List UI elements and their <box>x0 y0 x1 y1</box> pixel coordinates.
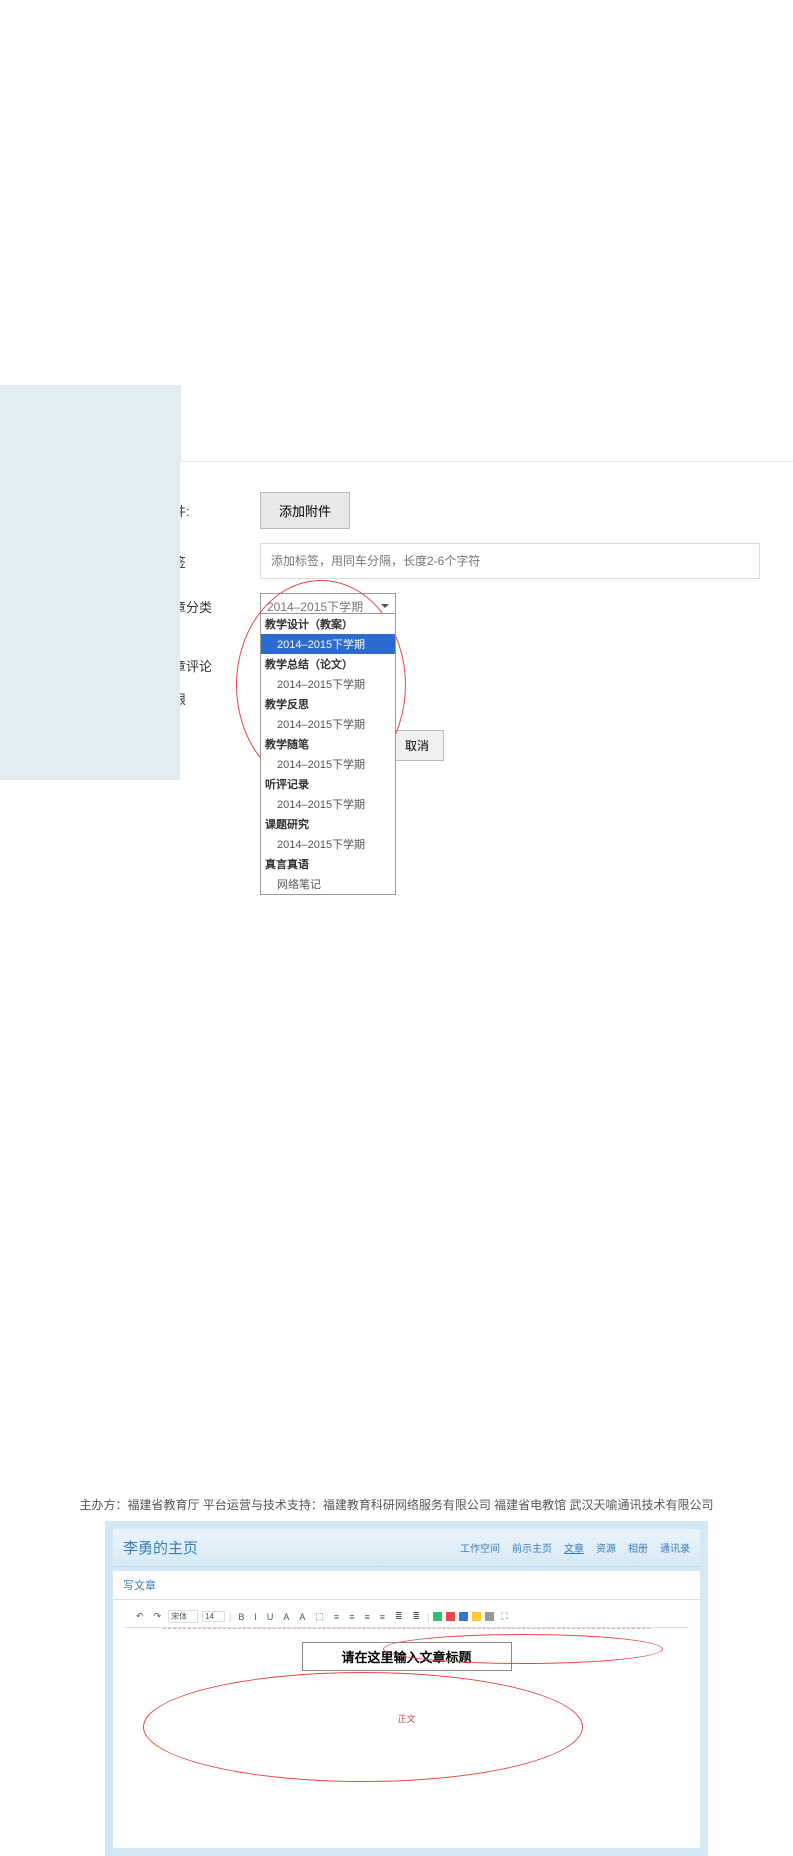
blue-sidebar <box>0 385 180 780</box>
header-bar: 李勇的主页 工作空间前示主页文章资源相册通讯录 <box>113 1529 700 1567</box>
dropdown-category: 教学反思 <box>261 694 395 714</box>
redo-icon[interactable]: ↷ <box>151 1610 165 1623</box>
eraser-icon[interactable]: ⬚ <box>312 1610 327 1623</box>
nav-link[interactable]: 前示主页 <box>512 1540 552 1555</box>
nav-link[interactable]: 相册 <box>628 1540 648 1555</box>
nav-links: 工作空间前示主页文章资源相册通讯录 <box>460 1540 690 1555</box>
dropdown-category: 课题研究 <box>261 814 395 834</box>
dropdown-item[interactable]: 2014–2015下学期 <box>261 794 395 814</box>
body-label: 正文 <box>397 1712 415 1725</box>
font-size-select[interactable]: 14 <box>202 1611 225 1622</box>
font-family-select[interactable]: 宋体 <box>168 1610 198 1623</box>
permission-row: 权限 <box>160 689 793 708</box>
dropdown-category: 听评记录 <box>261 774 395 794</box>
dropdown-category: 教学设计（教案） <box>261 614 395 634</box>
content-box-bg <box>180 385 793 462</box>
align-right-icon[interactable]: ≡ <box>361 1611 372 1623</box>
tags-input[interactable] <box>260 543 760 579</box>
tags-row: 标签 <box>160 543 793 579</box>
form-section: 附件: 添加附件 标签 文章分类 2014–2015下学期 文章评论 权限 教学… <box>0 0 793 708</box>
dropdown-item[interactable]: 2014–2015下学期 <box>261 674 395 694</box>
attachment-row: 附件: 添加附件 <box>160 492 793 529</box>
toolbar-separator: | <box>229 1612 231 1622</box>
dropdown-category: 教学总结（论文） <box>261 654 395 674</box>
dashed-region <box>163 1628 650 1718</box>
cancel-button[interactable]: 取消 <box>390 730 444 761</box>
color-swatch[interactable] <box>472 1612 481 1621</box>
undo-icon[interactable]: ↶ <box>133 1610 147 1623</box>
dropdown-item[interactable]: 2014–2015下学期 <box>261 834 395 854</box>
editor-container: 写文章 ↶↷宋体14|BIUAA⬚≡≡≡≡≣≣|⛶ 请在这里输入文章标题 正文 <box>113 1571 700 1848</box>
editor-area: 请在这里输入文章标题 正文 <box>113 1628 700 1818</box>
font-color-icon[interactable]: A <box>280 1611 292 1623</box>
editor-toolbar: ↶↷宋体14|BIUAA⬚≡≡≡≡≣≣|⛶ <box>125 1606 688 1628</box>
write-article-tab[interactable]: 写文章 <box>113 1571 700 1600</box>
align-justify-icon[interactable]: ≡ <box>377 1611 388 1623</box>
add-attachment-button[interactable]: 添加附件 <box>260 492 350 529</box>
italic-icon[interactable]: I <box>251 1611 260 1623</box>
align-left-icon[interactable]: ≡ <box>331 1611 342 1623</box>
category-dropdown[interactable]: 教学设计（教案）2014–2015下学期教学总结（论文）2014–2015下学期… <box>260 613 396 895</box>
page-title: 李勇的主页 <box>123 1537 198 1558</box>
bold-icon[interactable]: B <box>235 1611 247 1623</box>
color-swatch[interactable] <box>459 1612 468 1621</box>
ordered-list-icon[interactable]: ≣ <box>392 1610 406 1623</box>
homepage-panel: 李勇的主页 工作空间前示主页文章资源相册通讯录 写文章 ↶↷宋体14|BIUAA… <box>105 1521 708 1856</box>
footer-text: 主办方：福建省教育厅 平台运营与技术支持：福建教育科研网络服务有限公司 福建省电… <box>0 1490 793 1521</box>
dropdown-category: 教学随笔 <box>261 734 395 754</box>
dropdown-item[interactable]: 2014–2015下学期 <box>261 754 395 774</box>
dropdown-category: 真言真语 <box>261 854 395 874</box>
nav-link[interactable]: 通讯录 <box>660 1540 690 1555</box>
comment-row: 文章评论 <box>160 656 793 675</box>
fullscreen-icon[interactable]: ⛶ <box>498 1610 510 1623</box>
align-center-icon[interactable]: ≡ <box>346 1611 357 1623</box>
bg-color-icon[interactable]: A <box>296 1611 308 1623</box>
dropdown-item[interactable]: 2014–2015下学期 <box>261 714 395 734</box>
dropdown-item[interactable]: 2014–2015下学期 <box>261 634 395 654</box>
color-swatch[interactable] <box>433 1612 442 1621</box>
nav-link[interactable]: 资源 <box>596 1540 616 1555</box>
unordered-list-icon[interactable]: ≣ <box>410 1610 424 1623</box>
toolbar-separator: | <box>427 1612 429 1622</box>
category-row: 文章分类 2014–2015下学期 <box>160 593 793 620</box>
underline-icon[interactable]: U <box>264 1611 277 1623</box>
dropdown-item[interactable]: 网络笔记 <box>261 874 395 894</box>
nav-link[interactable]: 工作空间 <box>460 1540 500 1555</box>
color-swatch[interactable] <box>485 1612 494 1621</box>
color-swatch[interactable] <box>446 1612 455 1621</box>
nav-link[interactable]: 文章 <box>564 1540 584 1555</box>
